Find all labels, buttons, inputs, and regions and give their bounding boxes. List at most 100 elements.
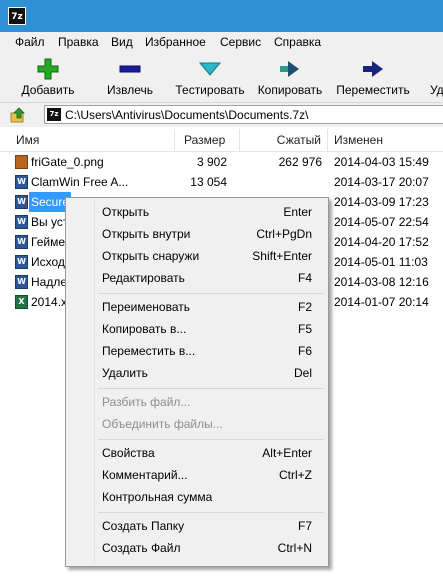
- column-packed[interactable]: Сжатый: [240, 129, 328, 151]
- file-row[interactable]: friGate_0.png 3 902 262 976 2014-04-03 1…: [0, 152, 443, 172]
- file-modified: 2014-05-01 11:03: [334, 255, 428, 269]
- menu-item-rename[interactable]: Переименовать F2: [68, 296, 326, 318]
- menu-item-label: Разбить файл...: [102, 395, 191, 409]
- menu-item-comment[interactable]: Комментарий... Ctrl+Z: [68, 464, 326, 486]
- column-name[interactable]: Имя: [0, 129, 175, 151]
- menu-item-move-to[interactable]: Переместить в... F6: [68, 340, 326, 362]
- context-menu: Открыть Enter Открыть внутри Ctrl+PgDn О…: [65, 197, 329, 567]
- minus-icon: [119, 65, 141, 73]
- menu-separator: [98, 439, 324, 440]
- file-modified: 2014-04-20 17:52: [334, 235, 429, 249]
- word-file-icon: W: [15, 175, 28, 189]
- menu-item-label: Объединить файлы...: [102, 417, 223, 431]
- copy-button-label: Копировать: [257, 83, 323, 97]
- file-size: 3 902: [196, 155, 227, 169]
- menu-item-label: Создать Файл: [102, 541, 181, 555]
- menu-item-shortcut: F4: [297, 271, 312, 285]
- column-header: Имя Размер Сжатый Изменен: [0, 129, 443, 152]
- move-button[interactable]: Переместить: [334, 52, 412, 102]
- column-modified[interactable]: Изменен: [328, 129, 443, 151]
- menu-item-shortcut: Del: [293, 366, 312, 380]
- add-button[interactable]: Добавить: [14, 52, 82, 102]
- menu-favorites[interactable]: Избранное: [145, 35, 206, 49]
- menu-file[interactable]: Файл: [15, 35, 45, 49]
- menu-item-label: Открыть внутри: [102, 227, 191, 241]
- menu-item-shortcut: Ctrl+PgDn: [256, 227, 312, 241]
- menu-separator: [98, 293, 324, 294]
- menu-item-checksum[interactable]: Контрольная сумма: [68, 486, 326, 508]
- test-button-label: Тестировать: [175, 83, 245, 97]
- menu-tools[interactable]: Сервис: [220, 35, 261, 49]
- file-name: Надле: [31, 275, 68, 289]
- move-button-label: Переместить: [336, 83, 410, 97]
- delete-button-label: Уд: [430, 83, 443, 97]
- copy-button[interactable]: Копировать: [254, 52, 326, 102]
- menu-item-open-inside[interactable]: Открыть внутри Ctrl+PgDn: [68, 223, 326, 245]
- file-name: Гейме: [31, 235, 65, 249]
- file-modified: 2014-03-08 12:16: [334, 275, 429, 289]
- excel-file-icon: X: [15, 295, 28, 309]
- word-file-icon: W: [15, 215, 28, 229]
- file-modified: 2014-03-17 20:07: [334, 175, 429, 189]
- test-button[interactable]: Тестировать: [172, 52, 248, 102]
- menu-edit[interactable]: Правка: [58, 35, 99, 49]
- menu-item-shortcut: Enter: [283, 205, 312, 219]
- path-input[interactable]: 7z C:\Users\Antivirus\Documents\Document…: [44, 105, 443, 124]
- menu-item-properties[interactable]: Свойства Alt+Enter: [68, 442, 326, 464]
- menu-bar: Файл Правка Вид Избранное Сервис Справка: [0, 32, 443, 52]
- extract-button[interactable]: Извлечь: [96, 52, 164, 102]
- menu-item-label: Переместить в...: [102, 344, 196, 358]
- menu-item-label: Копировать в...: [102, 322, 187, 336]
- copy-arrow-icon: [280, 61, 299, 77]
- menu-item-combine-files: Объединить файлы...: [68, 413, 326, 435]
- menu-help[interactable]: Справка: [274, 35, 321, 49]
- menu-item-edit[interactable]: Редактировать F4: [68, 267, 326, 289]
- menu-item-shortcut: F7: [297, 519, 312, 533]
- menu-item-label: Удалить: [102, 366, 148, 380]
- move-arrow-icon: [363, 61, 383, 77]
- archive-icon: 7z: [47, 108, 61, 121]
- checkmark-icon: [199, 62, 221, 76]
- menu-item-shortcut: Shift+Enter: [252, 249, 312, 263]
- menu-item-copy-to[interactable]: Копировать в... F5: [68, 318, 326, 340]
- menu-item-open[interactable]: Открыть Enter: [68, 201, 326, 223]
- delete-button[interactable]: Уд: [424, 52, 443, 102]
- menu-item-shortcut: F5: [297, 322, 312, 336]
- menu-item-label: Создать Папку: [102, 519, 185, 533]
- menu-item-open-outside[interactable]: Открыть снаружи Shift+Enter: [68, 245, 326, 267]
- menu-item-label: Редактировать: [102, 271, 185, 285]
- menu-item-shortcut: Alt+Enter: [262, 446, 312, 460]
- menu-item-label: Контрольная сумма: [102, 490, 213, 504]
- file-packed: 262 976: [278, 155, 322, 169]
- word-file-icon: W: [15, 195, 28, 209]
- image-file-icon: [15, 155, 28, 169]
- word-file-icon: W: [15, 235, 28, 249]
- path-text: C:\Users\Antivirus\Documents\Documents.7…: [65, 108, 309, 122]
- word-file-icon: W: [15, 275, 28, 289]
- file-row[interactable]: W ClamWin Free A... 13 054 2014-03-17 20…: [0, 172, 443, 192]
- file-name: Вы уст: [31, 215, 69, 229]
- menu-item-label: Свойства: [102, 446, 155, 460]
- file-modified: 2014-01-07 20:14: [334, 295, 429, 309]
- menu-item-label: Переименовать: [102, 300, 190, 314]
- file-name: ClamWin Free A...: [31, 175, 129, 189]
- menu-item-create-folder[interactable]: Создать Папку F7: [68, 515, 326, 537]
- menu-view[interactable]: Вид: [111, 35, 133, 49]
- menu-item-shortcut: F6: [297, 344, 312, 358]
- menu-item-shortcut: Ctrl+N: [277, 541, 312, 555]
- menu-item-shortcut: F2: [297, 300, 312, 314]
- menu-item-split-file: Разбить файл...: [68, 391, 326, 413]
- app-icon[interactable]: 7z: [8, 7, 26, 25]
- menu-item-delete[interactable]: Удалить Del: [68, 362, 326, 384]
- add-button-label: Добавить: [21, 83, 75, 97]
- column-size[interactable]: Размер: [175, 129, 240, 151]
- menu-item-create-file[interactable]: Создать Файл Ctrl+N: [68, 537, 326, 559]
- toolbar: Добавить Извлечь Тестировать Копировать …: [0, 52, 443, 103]
- word-file-icon: W: [15, 255, 28, 269]
- menu-separator: [98, 512, 324, 513]
- menu-separator: [98, 388, 324, 389]
- file-size: 13 054: [190, 175, 227, 189]
- extract-button-label: Извлечь: [106, 83, 153, 97]
- up-folder-icon[interactable]: [10, 107, 26, 123]
- file-modified: 2014-04-03 15:49: [334, 155, 429, 169]
